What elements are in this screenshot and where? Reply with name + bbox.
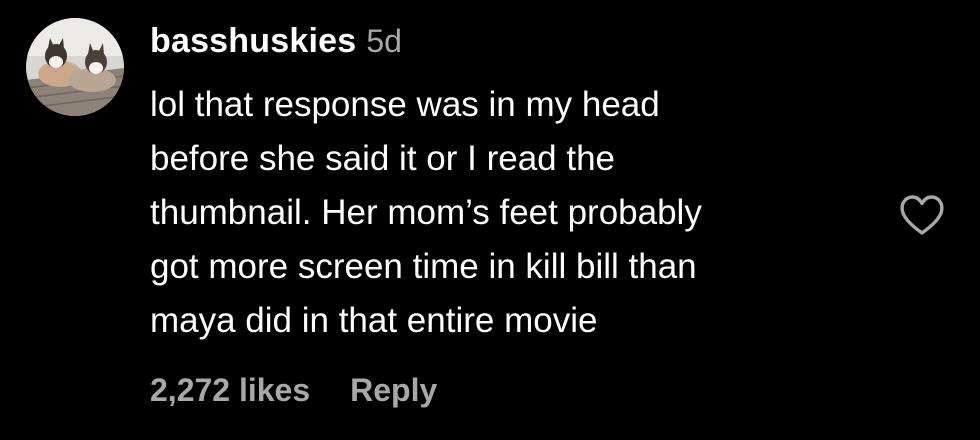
comment-text-line: got more screen time in kill bill than xyxy=(150,247,697,286)
avatar-photo xyxy=(26,18,124,116)
comment-text-line: lol that response was in my head xyxy=(150,85,660,124)
comment-body: basshuskies 5d lol that response was in … xyxy=(150,22,850,348)
comment-text-line: before she said it or I read the xyxy=(150,139,615,178)
username[interactable]: basshuskies xyxy=(150,22,356,61)
timestamp: 5d xyxy=(366,23,402,59)
like-button[interactable] xyxy=(898,193,946,237)
comment-actions: 2,272 likes Reply xyxy=(150,372,437,409)
comment-header: basshuskies 5d xyxy=(150,22,850,72)
comment: basshuskies 5d lol that response was in … xyxy=(0,0,980,440)
comment-text-line: maya did in that entire movie xyxy=(150,301,598,340)
avatar[interactable] xyxy=(26,18,124,116)
likes-count[interactable]: 2,272 likes xyxy=(150,372,310,409)
comment-text: lol that response was in my head before … xyxy=(150,78,850,348)
comment-text-line: thumbnail. Her mom’s feet probably xyxy=(150,193,702,232)
reply-button[interactable]: Reply xyxy=(350,372,437,409)
heart-icon xyxy=(900,195,944,235)
